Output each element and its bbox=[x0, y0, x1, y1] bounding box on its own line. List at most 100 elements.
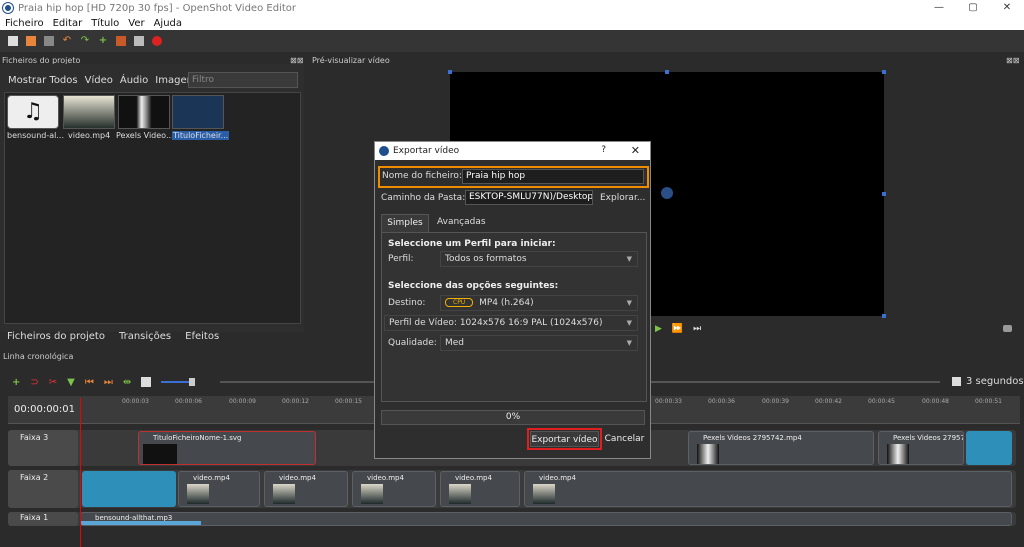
audio-file-thumbnail[interactable]: ♫ bbox=[7, 95, 59, 129]
pexels-file-thumbnail[interactable] bbox=[118, 95, 170, 129]
help-button[interactable]: ? bbox=[601, 145, 606, 155]
profile-section-heading: Seleccione um Perfil para iniciar: bbox=[388, 239, 556, 249]
maximize-icon[interactable]: ▢ bbox=[956, 0, 990, 16]
pexels-clip[interactable]: Pexels Videos 2795742.mp4 bbox=[688, 431, 874, 465]
zoom-slider-handle[interactable] bbox=[189, 378, 196, 386]
window-controls: — ▢ ✕ bbox=[922, 0, 1024, 16]
menu-ajuda[interactable]: Ajuda bbox=[154, 18, 182, 29]
tab-advanced[interactable]: Avançadas bbox=[437, 217, 486, 227]
track-name: Faixa 1 bbox=[8, 512, 78, 526]
import-files-icon[interactable]: + bbox=[98, 36, 108, 46]
browse-button[interactable]: Explorar... bbox=[600, 193, 645, 203]
close-dialog-icon[interactable]: ✕ bbox=[631, 144, 640, 157]
chevron-down-icon: ▼ bbox=[626, 255, 632, 263]
filter-show-all[interactable]: Mostrar Todos bbox=[8, 75, 78, 86]
track-name: Faixa 3 bbox=[8, 430, 78, 466]
fullscreen-icon[interactable] bbox=[134, 36, 144, 46]
main-toolbar: ↶ ↷ + bbox=[0, 30, 1024, 52]
resize-handle[interactable] bbox=[882, 314, 886, 318]
transform-center-handle[interactable] bbox=[661, 187, 673, 199]
clip-thumbnail bbox=[533, 484, 555, 504]
menu-titulo[interactable]: Título bbox=[91, 18, 119, 29]
filter-input[interactable]: Filtro bbox=[188, 72, 298, 88]
previous-marker-icon[interactable]: ⏮ bbox=[85, 377, 94, 388]
tab-project-files[interactable]: Ficheiros do projeto bbox=[0, 330, 112, 346]
clip-label: TituloFicheiroNome-1.svg bbox=[153, 434, 242, 442]
audio-clip[interactable]: bensound-allthat.mp3 bbox=[80, 512, 1012, 526]
playhead[interactable] bbox=[80, 398, 81, 547]
redo-icon[interactable]: ↷ bbox=[80, 36, 90, 46]
target-select[interactable]: CPU MP4 (h.264) ▼ bbox=[440, 295, 638, 311]
export-video-icon[interactable] bbox=[152, 36, 162, 46]
add-track-icon[interactable]: + bbox=[12, 377, 20, 388]
transition-clip[interactable] bbox=[82, 471, 176, 507]
minimize-icon[interactable]: — bbox=[922, 0, 956, 16]
undo-icon[interactable]: ↶ bbox=[62, 36, 72, 46]
open-project-icon[interactable] bbox=[26, 36, 36, 46]
menu-editar[interactable]: Editar bbox=[53, 18, 83, 29]
preview-panel-title: Pré-visualizar vídeo bbox=[312, 56, 390, 65]
export-progress-bar: 0% bbox=[381, 410, 645, 425]
preview-float-icons[interactable]: ⊠⊠ bbox=[1006, 56, 1019, 65]
dialog-tabs: Simples Avançadas bbox=[381, 214, 647, 232]
tick-label: 00:00:36 bbox=[708, 398, 735, 405]
pexels-clip[interactable]: Pexels Videos 2795742.r bbox=[878, 431, 964, 465]
tick-label: 00:00:15 bbox=[335, 398, 362, 405]
clip-thumbnail bbox=[697, 444, 719, 464]
video-profile-select[interactable]: Perfil de Vídeo: 1024x576 16:9 PAL (1024… bbox=[384, 315, 638, 331]
menu-ficheiro[interactable]: Ficheiro bbox=[5, 18, 44, 29]
target-label: Destino: bbox=[388, 298, 426, 308]
video-clip[interactable]: video.mp4 bbox=[352, 471, 436, 507]
tick-label: 00:00:42 bbox=[815, 398, 842, 405]
filter-video[interactable]: Vídeo bbox=[85, 75, 113, 86]
video-profile-label: Perfil de Vídeo: bbox=[389, 318, 457, 328]
clip-label: video.mp4 bbox=[455, 474, 492, 482]
close-window-icon[interactable]: ✕ bbox=[990, 0, 1024, 16]
snapping-icon[interactable]: ⊃ bbox=[30, 377, 38, 388]
video-clip[interactable]: video.mp4 bbox=[440, 471, 520, 507]
title-clip[interactable]: TituloFicheiroNome-1.svg bbox=[138, 431, 316, 465]
razor-icon[interactable]: ✂ bbox=[49, 377, 57, 388]
clip-label: video.mp4 bbox=[279, 474, 316, 482]
play-icon[interactable]: ▶ bbox=[655, 324, 662, 334]
zoom-checkbox[interactable] bbox=[952, 377, 961, 386]
camera-icon[interactable] bbox=[1003, 325, 1012, 332]
cancel-button[interactable]: Cancelar bbox=[603, 431, 646, 447]
next-marker-icon[interactable]: ⏭ bbox=[104, 377, 113, 388]
new-project-icon[interactable] bbox=[8, 36, 18, 46]
quality-select[interactable]: Med ▼ bbox=[440, 335, 638, 351]
simple-tab-panel: Seleccione um Perfil para iniciar: Perfi… bbox=[381, 232, 647, 402]
fast-forward-icon[interactable]: ⏩ bbox=[672, 324, 683, 334]
title-file-thumbnail[interactable] bbox=[172, 95, 224, 129]
video-file-thumbnail[interactable] bbox=[63, 95, 115, 129]
video-clip[interactable]: video.mp4 bbox=[524, 471, 1012, 507]
zoom-slider[interactable] bbox=[161, 378, 196, 386]
export-video-button[interactable]: Exportar vídeo bbox=[530, 431, 599, 447]
transition-clip[interactable] bbox=[966, 431, 1012, 465]
add-marker-icon[interactable]: ▼ bbox=[67, 377, 75, 388]
video-clip[interactable]: video.mp4 bbox=[178, 471, 260, 507]
jump-end-icon[interactable]: ⏭ bbox=[693, 324, 701, 334]
resize-handle[interactable] bbox=[882, 192, 886, 196]
chevron-down-icon: ▼ bbox=[626, 299, 632, 307]
filter-audio[interactable]: Áudio bbox=[120, 75, 148, 86]
tab-simple[interactable]: Simples bbox=[381, 214, 429, 232]
progress-text: 0% bbox=[505, 412, 521, 422]
profile-select[interactable]: Todos os formatos ▼ bbox=[440, 251, 638, 267]
zoom-fit-icon[interactable] bbox=[141, 377, 152, 387]
video-clip[interactable]: video.mp4 bbox=[264, 471, 348, 507]
folder-input[interactable]: ESKTOP-SMLU77N)/Desktop bbox=[465, 190, 593, 205]
center-playhead-icon[interactable]: ⇹ bbox=[123, 377, 131, 388]
menu-ver[interactable]: Ver bbox=[128, 18, 144, 29]
chevron-down-icon: ▼ bbox=[626, 319, 632, 327]
window-titlebar: Praia hip hop [HD 720p 30 fps] - OpenSho… bbox=[0, 0, 1024, 16]
resize-handle[interactable] bbox=[882, 70, 886, 74]
profile-icon[interactable] bbox=[116, 36, 126, 46]
filename-input[interactable]: Praia hip hop bbox=[462, 169, 644, 184]
resize-handle[interactable] bbox=[448, 70, 452, 74]
resize-handle[interactable] bbox=[665, 70, 669, 74]
tab-transitions[interactable]: Transições bbox=[112, 330, 178, 346]
save-project-icon[interactable] bbox=[44, 36, 54, 46]
tab-effects[interactable]: Efeitos bbox=[178, 330, 226, 346]
tick-label: 00:00:51 bbox=[975, 398, 1002, 405]
